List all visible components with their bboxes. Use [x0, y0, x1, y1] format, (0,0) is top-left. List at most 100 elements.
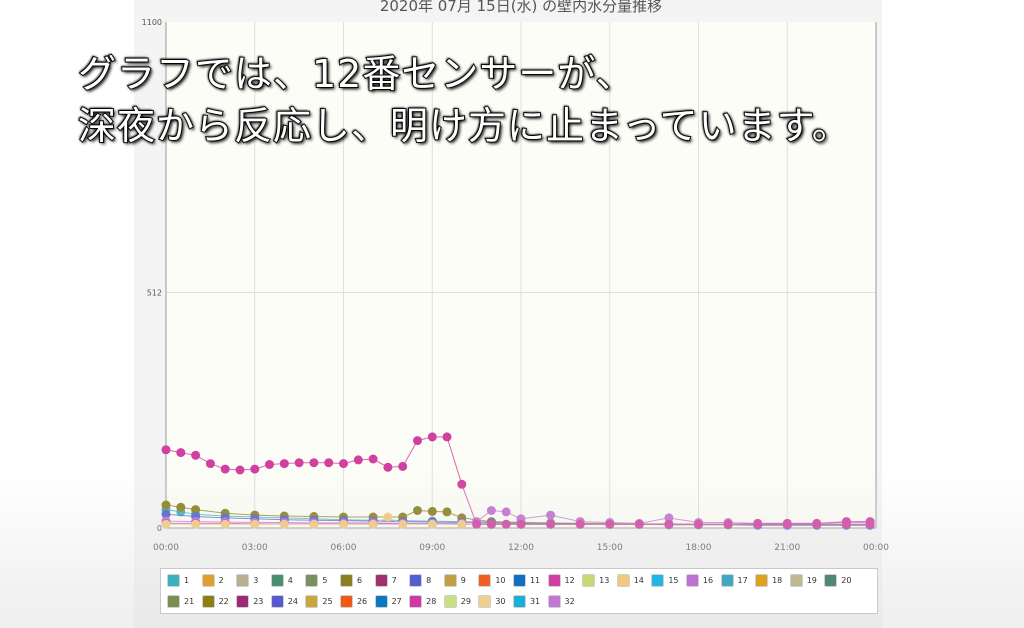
data-point-14 — [368, 519, 378, 529]
legend-swatch — [685, 574, 699, 587]
legend-label: 18 — [772, 576, 783, 585]
legend-label: 2 — [218, 576, 224, 585]
legend-label: 13 — [599, 576, 610, 585]
legend-item[interactable]: 6 — [339, 570, 375, 591]
legend-item[interactable]: 3 — [236, 570, 271, 591]
legend-label: 32 — [564, 597, 575, 606]
legend-item[interactable]: 19 — [789, 570, 825, 591]
y-tick-label: 1100 — [142, 18, 162, 27]
legend-swatch — [512, 574, 526, 587]
legend-item[interactable]: 5 — [305, 570, 340, 591]
legend-item[interactable]: 23 — [236, 591, 271, 612]
legend-label: 1 — [184, 576, 190, 585]
legend-item[interactable]: 25 — [305, 591, 340, 612]
legend-swatch — [409, 595, 423, 608]
x-tick-label: 00:00 — [863, 543, 889, 553]
legend-item[interactable]: 31 — [512, 591, 548, 612]
x-tick-label: 06:00 — [331, 543, 357, 553]
x-tick-label: 12:00 — [508, 543, 534, 553]
legend-swatch — [789, 574, 803, 587]
caption-line-2: 深夜から反応し、明け方に止まっています。 — [77, 103, 851, 149]
legend-swatch — [305, 574, 319, 587]
legend-swatch — [374, 574, 388, 587]
legend-item[interactable]: 16 — [685, 570, 721, 591]
legend-item[interactable]: 24 — [270, 591, 306, 612]
legend-swatch — [201, 595, 215, 608]
legend-swatch — [720, 574, 734, 587]
x-tick-label: 03:00 — [242, 543, 268, 553]
legend-item[interactable]: 13 — [582, 570, 617, 591]
legend-item[interactable]: 10 — [478, 570, 513, 591]
legend-item[interactable]: 9 — [443, 570, 479, 591]
legend-label: 23 — [253, 597, 264, 606]
data-point-14 — [457, 519, 467, 529]
legend-item[interactable]: 20 — [824, 570, 859, 591]
x-tick-label: 15:00 — [597, 543, 623, 553]
data-point-12 — [205, 459, 215, 469]
x-tick-label: 09:00 — [419, 543, 445, 553]
legend-item[interactable]: 18 — [755, 570, 790, 591]
legend-swatch — [443, 595, 457, 608]
legend-item[interactable]: 11 — [512, 570, 548, 591]
legend-label: 12 — [564, 576, 575, 585]
data-point-12 — [472, 519, 482, 529]
legend-label: 3 — [253, 576, 259, 585]
legend-label: 16 — [702, 576, 714, 585]
legend-label: 21 — [184, 597, 195, 606]
legend-item[interactable]: 22 — [201, 591, 237, 612]
legend-item[interactable]: 29 — [443, 591, 479, 612]
legend-item[interactable]: 4 — [270, 570, 306, 591]
legend-label: 25 — [322, 597, 333, 606]
data-point-14 — [398, 519, 408, 529]
caption-line-1: グラフでは、12番センサーが、 — [77, 51, 635, 97]
legend-label: 30 — [495, 597, 506, 606]
x-tick-label: 00:00 — [153, 543, 179, 553]
legend-item[interactable]: 26 — [339, 591, 375, 612]
legend-item[interactable]: 28 — [409, 591, 444, 612]
legend-swatch — [167, 574, 180, 587]
data-point-14 — [309, 519, 319, 529]
legend-item[interactable]: 7 — [374, 570, 410, 591]
legend-item[interactable]: 30 — [478, 591, 513, 612]
legend-item[interactable]: 12 — [547, 570, 583, 591]
legend-swatch — [478, 574, 492, 587]
legend-item[interactable]: 2 — [201, 570, 237, 591]
data-point-12 — [427, 432, 437, 442]
data-point-12 — [694, 519, 703, 529]
data-point-14 — [161, 519, 171, 529]
legend-label: 20 — [841, 576, 852, 585]
data-point-14 — [427, 519, 437, 529]
legend-item[interactable]: 17 — [720, 570, 756, 591]
legend-swatch — [339, 595, 353, 608]
legend-swatch — [236, 574, 250, 587]
legend-label: 17 — [737, 576, 748, 585]
data-point-14 — [250, 519, 260, 529]
legend-swatch — [443, 574, 457, 587]
legend-item[interactable]: 8 — [409, 570, 444, 591]
legend-item[interactable]: 21 — [167, 591, 202, 612]
legend-item[interactable]: 15 — [651, 570, 686, 591]
data-point-12 — [368, 454, 378, 464]
legend-item[interactable]: 27 — [374, 591, 410, 612]
legend-swatch — [547, 595, 561, 608]
data-point-12 — [546, 519, 556, 529]
legend-swatch — [339, 574, 353, 587]
y-tick-label: 0 — [157, 524, 162, 533]
x-tick-label: 21:00 — [774, 543, 800, 553]
legend-swatch — [755, 574, 769, 587]
data-point-12 — [324, 458, 334, 468]
legend-swatch — [478, 595, 492, 608]
legend-item[interactable]: 14 — [616, 570, 652, 591]
y-tick-label: 512 — [147, 288, 162, 297]
legend-swatch — [167, 595, 180, 608]
chart-title: 2020年 07月 15日(水) の壁内水分量推移 — [380, 0, 662, 15]
legend-label: 28 — [426, 597, 437, 606]
data-point-14 — [339, 519, 348, 529]
data-point-16 — [501, 507, 511, 517]
data-point-12 — [605, 519, 615, 529]
data-point-12 — [161, 445, 171, 455]
data-point-12 — [250, 464, 260, 474]
legend-item[interactable]: 32 — [547, 591, 583, 612]
legend-item[interactable]: 1 — [167, 570, 202, 591]
data-point-12 — [191, 450, 201, 460]
